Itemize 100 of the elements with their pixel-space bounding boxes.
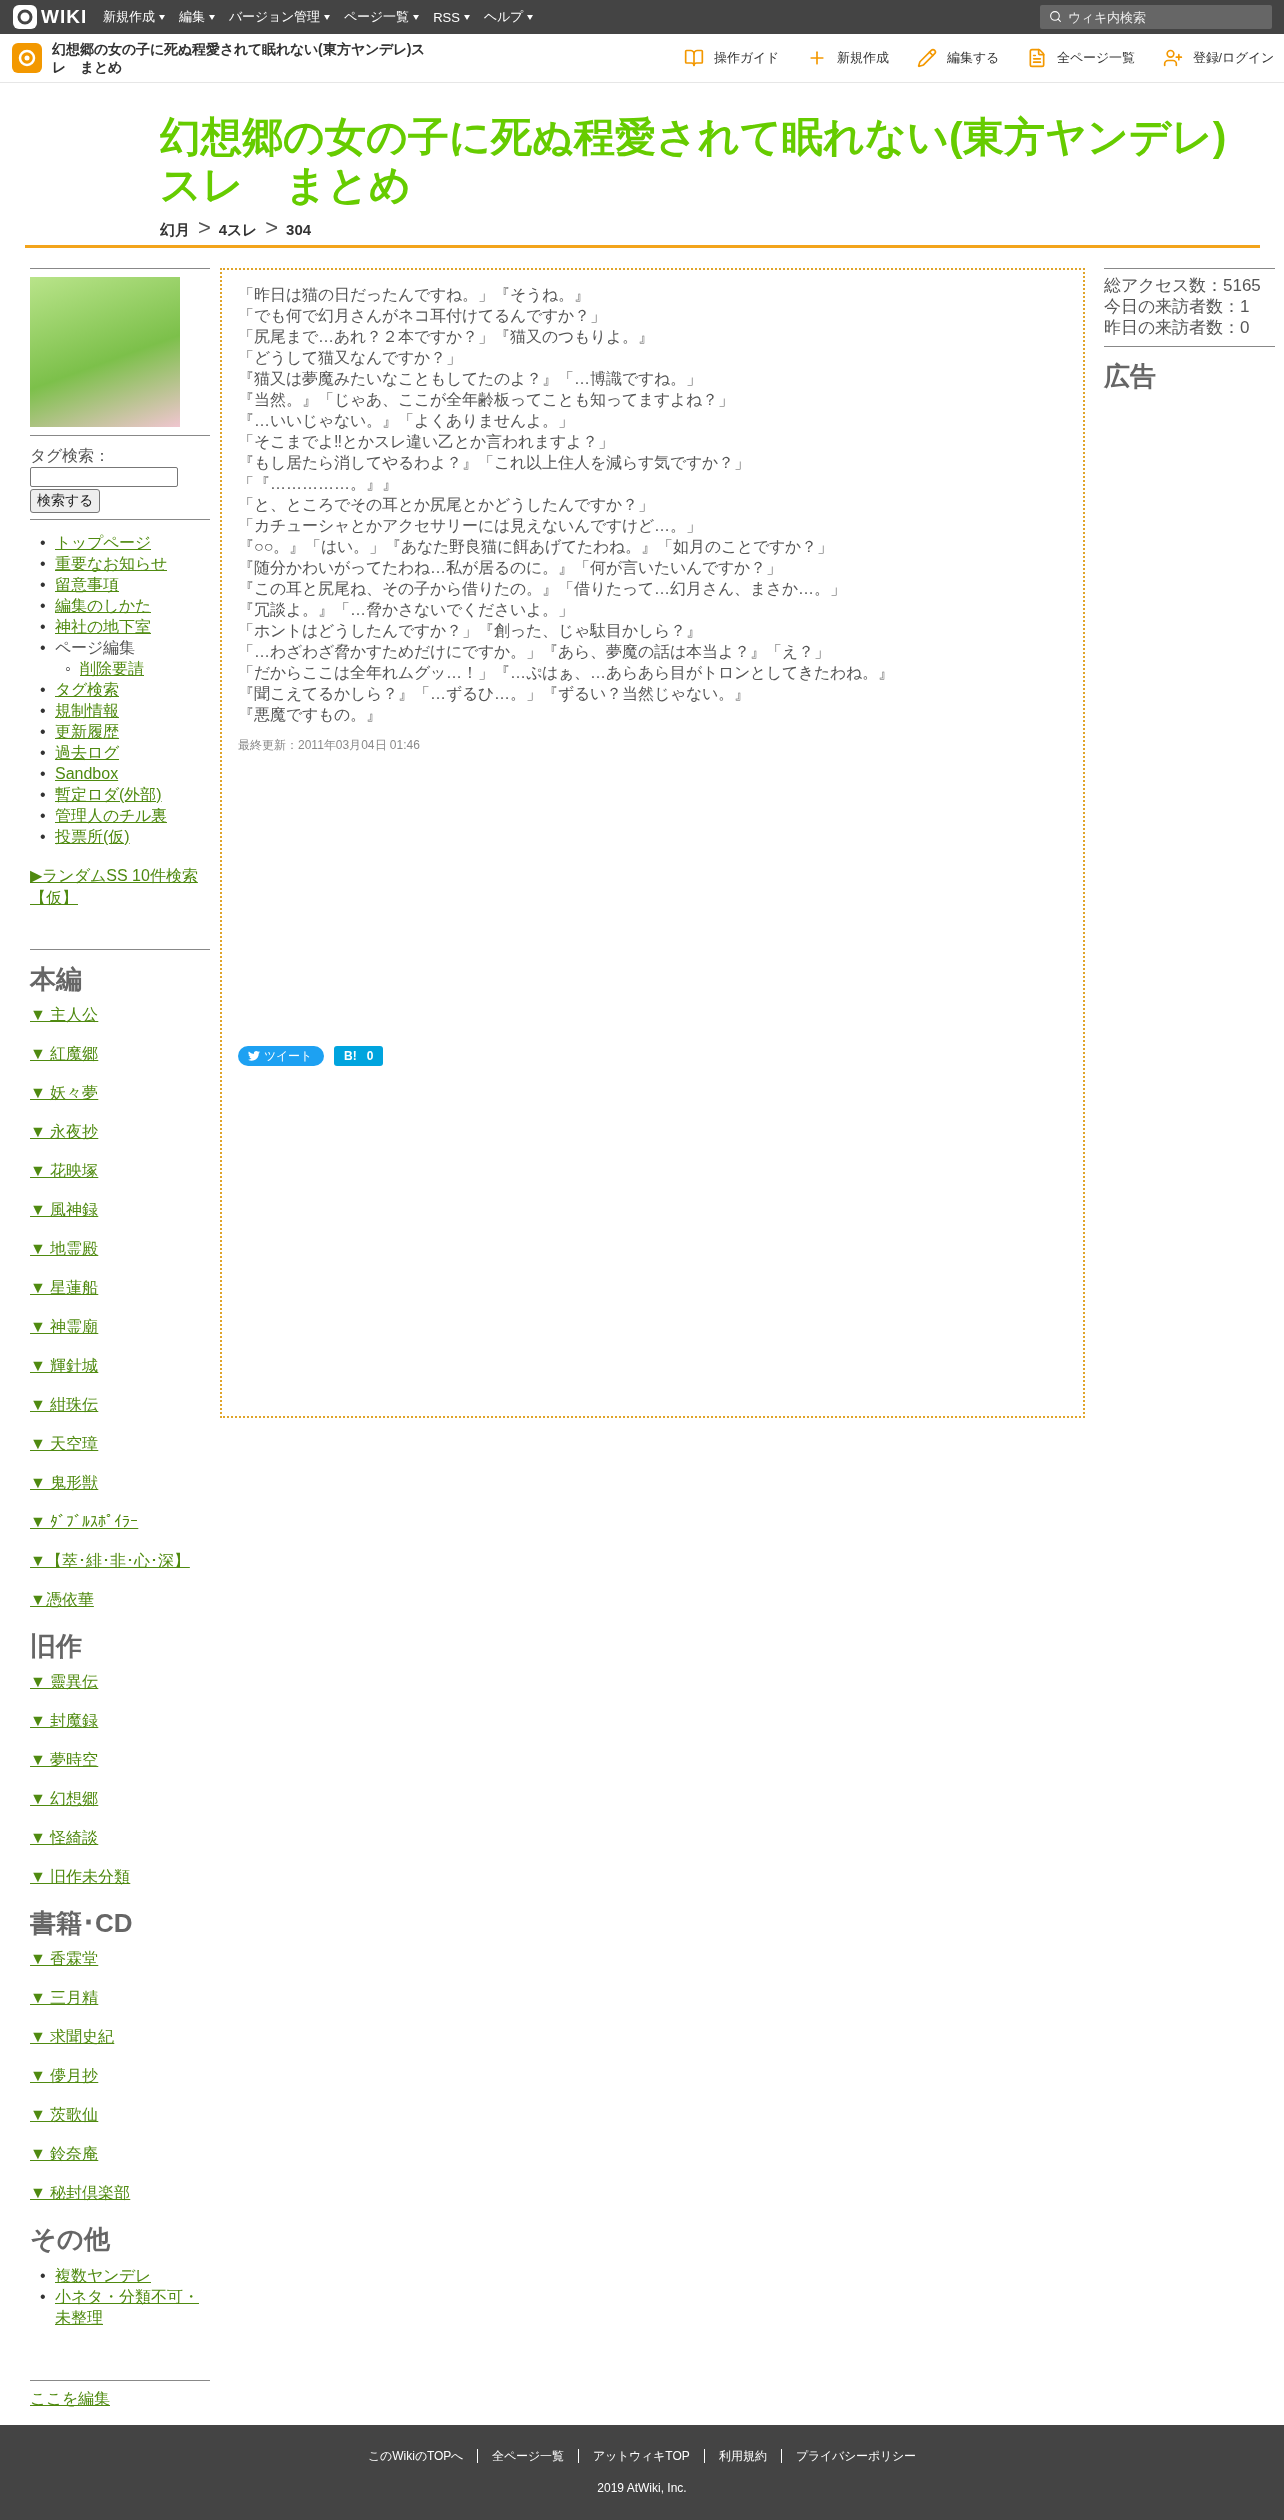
- section-heading: 本編: [30, 963, 83, 996]
- category-link[interactable]: ▼ 怪綺談: [30, 1828, 99, 1848]
- site-title[interactable]: 幻想郷の女の子に死ぬ程愛されて眠れない(東方ヤンデレ)スレ まとめ: [52, 40, 437, 76]
- tweet-button[interactable]: ツイート: [238, 1046, 324, 1066]
- dialogue-line: 『○○。』「はい。」『あなた野良猫に餌あげてたわね。』「如月のことですか？」: [238, 537, 835, 557]
- sidebar-link[interactable]: 規制情報: [55, 700, 119, 721]
- footer-link[interactable]: 利用規約: [703, 2449, 781, 2463]
- bullet: •: [40, 2287, 47, 2307]
- header-action[interactable]: 全ページ一覧: [1026, 48, 1135, 68]
- category-link[interactable]: ▼ 星蓮船: [30, 1278, 99, 1298]
- bullet: •: [40, 827, 47, 847]
- category-link[interactable]: ▼ 儚月抄: [30, 2066, 99, 2086]
- footer-link[interactable]: プライバシーポリシー: [780, 2449, 930, 2463]
- header-action[interactable]: 新規作成: [806, 48, 889, 68]
- sidebar-link[interactable]: 小ネタ・分類不可・未整理: [55, 2286, 210, 2328]
- category-link[interactable]: ▼ 旧作未分類: [30, 1867, 131, 1887]
- section-heading: 旧作: [30, 1630, 83, 1663]
- sidebar-link[interactable]: タグ検索: [55, 679, 119, 700]
- sidebar-link[interactable]: 管理人のチル裏: [55, 805, 167, 826]
- category-link[interactable]: ▼ 紅魔郷: [30, 1044, 99, 1064]
- sidebar-link[interactable]: 神社の地下室: [55, 616, 151, 637]
- sidebar-link[interactable]: 編集のしかた: [55, 595, 151, 616]
- dialogue-line: 『随分かわいがってたわね…私が居るのに。』「何が言いたいんですか？」: [238, 558, 783, 578]
- sidebar-link[interactable]: トップページ: [55, 532, 151, 553]
- category-link[interactable]: ▼ 幻想郷: [30, 1789, 99, 1809]
- sidebar-link[interactable]: 削除要請: [80, 658, 144, 679]
- section-heading: その他: [30, 2223, 111, 2256]
- category-link[interactable]: ▼ 鬼形獣: [30, 1473, 99, 1493]
- category-link[interactable]: ▼ 地霊殿: [30, 1239, 99, 1259]
- sidebar-link[interactable]: 暫定ロダ(外部): [55, 784, 162, 805]
- bookmark-button[interactable]: B! 0: [334, 1046, 384, 1066]
- menu-item[interactable]: 新規作成: [103, 8, 166, 26]
- menu-item[interactable]: RSS: [433, 8, 470, 26]
- header-action[interactable]: 編集する: [916, 48, 999, 68]
- category-link[interactable]: ▼ 天空璋: [30, 1434, 99, 1454]
- logo-text[interactable]: WIKI: [41, 6, 88, 28]
- tag-search-label: タグ検索：: [30, 446, 111, 466]
- sidebar-link[interactable]: 過去ログ: [55, 742, 119, 763]
- breadcrumb-link[interactable]: 4スレ: [218, 221, 258, 240]
- section-heading: 書籍･CD: [30, 1907, 134, 1940]
- sidebar-link[interactable]: 重要なお知らせ: [55, 553, 167, 574]
- category-link[interactable]: ▼ 紺珠伝: [30, 1395, 99, 1415]
- category-link[interactable]: ▼ 秘封倶楽部: [30, 2183, 131, 2203]
- menu-item[interactable]: 編集: [179, 8, 216, 26]
- category-link[interactable]: ▼ 花映塚: [30, 1161, 99, 1181]
- menu-item[interactable]: バージョン管理: [229, 8, 331, 26]
- header-action[interactable]: 登録/ログイン: [1162, 48, 1274, 68]
- ad-heading: 広告: [1104, 360, 1157, 393]
- category-link[interactable]: ▼ 茨歌仙: [30, 2105, 99, 2125]
- search-field[interactable]: ウィキ内検索: [1040, 5, 1272, 29]
- category-link[interactable]: ▼ 鈴奈庵: [30, 2144, 99, 2164]
- footer-link[interactable]: 全ページ一覧: [477, 2449, 579, 2463]
- bullet: •: [40, 701, 47, 721]
- breadcrumb-link[interactable]: 幻月: [160, 221, 190, 240]
- category-link[interactable]: ▼ 妖々夢: [30, 1083, 99, 1103]
- footer-link[interactable]: このWikiのTOPへ: [354, 2449, 478, 2463]
- category-link[interactable]: ▼ 香霖堂: [30, 1949, 99, 1969]
- footer-link[interactable]: アットウィキTOP: [578, 2449, 704, 2463]
- category-link[interactable]: ▼ 主人公: [30, 1005, 99, 1025]
- category-link[interactable]: ▼ 夢時空: [30, 1750, 99, 1770]
- sidebar-link[interactable]: 複数ヤンデレ: [55, 2265, 151, 2286]
- category-link[interactable]: ▼憑依華: [30, 1590, 94, 1610]
- category-link[interactable]: ▼ 靈異伝: [30, 1672, 99, 1692]
- bullet: •: [40, 2266, 47, 2286]
- dialogue-line: 『猫又は夢魔みたいなこともしてたのよ？』「…博識ですね。」: [238, 369, 703, 389]
- category-link[interactable]: ▼ 永夜抄: [30, 1122, 99, 1142]
- breadcrumb-link[interactable]: 304: [286, 221, 312, 238]
- sidebar-link[interactable]: 投票所(仮): [55, 826, 130, 847]
- caret-icon: [209, 14, 216, 20]
- sidebar-link[interactable]: 留意事項: [55, 574, 119, 595]
- sidebar-link[interactable]: Sandbox: [55, 763, 119, 784]
- category-link[interactable]: ▼ 封魔録: [30, 1711, 99, 1731]
- bullet: •: [40, 806, 47, 826]
- dialogue-line: 「尻尾まで…あれ？２本ですか？」『猫又のつもりよ。』: [238, 327, 655, 347]
- menu-item[interactable]: ヘルプ: [483, 8, 533, 26]
- category-link[interactable]: ▼【萃･緋･非･心･深】: [30, 1551, 190, 1571]
- sidebar-link[interactable]: 更新履歴: [55, 721, 119, 742]
- copyright: 2019 AtWiki, Inc.: [597, 2481, 687, 2495]
- category-link[interactable]: ▼ 三月精: [30, 1988, 99, 2008]
- category-link[interactable]: ▼ 輝針城: [30, 1356, 99, 1376]
- header-action[interactable]: 操作ガイド: [683, 48, 779, 68]
- bullet: •: [40, 680, 47, 700]
- tag-search-field[interactable]: [30, 467, 178, 487]
- last-updated: 最終更新：2011年03月04日 01:46: [238, 737, 421, 754]
- category-link[interactable]: ▼ ﾀﾞﾌﾞﾙｽﾎﾟｲﾗｰ: [30, 1512, 139, 1532]
- edit-link[interactable]: ここを編集: [30, 2389, 110, 2410]
- category-link[interactable]: ▼ 求聞史紀: [30, 2027, 115, 2047]
- bullet: •: [40, 554, 47, 574]
- dialogue-line: 『もし居たら消してやるわよ？』「これ以上住人を減らす気ですか？」: [238, 453, 751, 473]
- dialogue-line: 「そこまでよ‼とかスレ違い乙とか言われますよ？」: [238, 432, 615, 452]
- search-button[interactable]: 検索する: [30, 489, 100, 513]
- page-title: 幻想郷の女の子に死ぬ程愛されて眠れない(東方ヤンデレ)スレ まとめ: [160, 113, 1228, 209]
- category-link[interactable]: ▼ 神霊廟: [30, 1317, 99, 1337]
- menu-item[interactable]: ページ一覧: [344, 8, 420, 26]
- category-link[interactable]: ▼ 風神録: [30, 1200, 99, 1220]
- caret-icon: [324, 14, 331, 20]
- random-link[interactable]: ▶ランダムSS 10件検索【仮】: [30, 865, 210, 909]
- dialogue-line: 『当然。』「じゃあ、ここが全年齢板ってことも知ってますよね？」: [238, 390, 735, 410]
- add-user-icon: [1162, 48, 1183, 68]
- bookmark-count: 0: [366, 1049, 374, 1063]
